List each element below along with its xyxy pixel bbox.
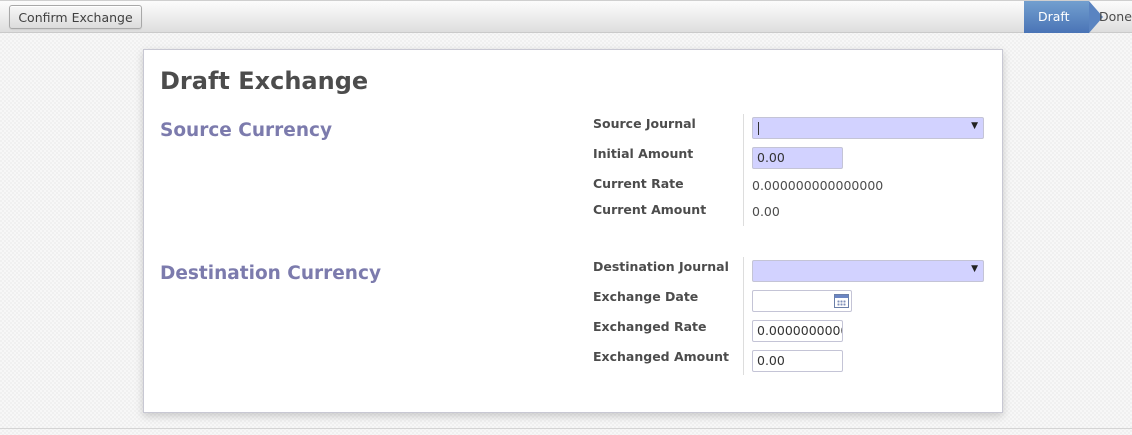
header-bar: Confirm Exchange Draft Done: [0, 0, 1132, 33]
exchange-date-input[interactable]: [752, 290, 852, 312]
status-done-label: Done: [1099, 9, 1132, 24]
source-journal-select[interactable]: ▼: [752, 117, 984, 139]
initial-amount-label: Initial Amount: [593, 146, 694, 161]
current-amount-label: Current Amount: [593, 202, 707, 217]
exchanged-amount-label: Exchanged Amount: [593, 349, 730, 364]
source-divider: [743, 114, 744, 226]
calendar-icon[interactable]: [834, 294, 849, 308]
text-cursor: [758, 122, 759, 135]
source-currency-heading: Source Currency: [160, 120, 333, 141]
exchange-date-label: Exchange Date: [593, 289, 699, 304]
form-sheet: Draft Exchange Source Currency Source Jo…: [143, 49, 1003, 413]
current-amount-value: 0.00: [752, 204, 780, 219]
status-draft[interactable]: Draft: [1024, 1, 1103, 33]
bottom-divider: [0, 428, 1132, 429]
exchanged-rate-input[interactable]: 0.000000000000000: [752, 320, 843, 342]
exchanged-amount-input[interactable]: 0.00: [752, 350, 843, 372]
caret-down-icon: ▼: [971, 121, 978, 131]
exchanged-rate-label: Exchanged Rate: [593, 319, 707, 334]
initial-amount-input[interactable]: 0.00: [752, 147, 843, 169]
source-journal-label: Source Journal: [593, 116, 696, 131]
caret-down-icon: ▼: [971, 264, 978, 274]
destination-journal-label: Destination Journal: [593, 259, 729, 274]
destination-journal-select[interactable]: ▼: [752, 260, 984, 282]
status-done[interactable]: Done: [1089, 1, 1132, 33]
current-rate-label: Current Rate: [593, 176, 684, 191]
destination-currency-heading: Destination Currency: [160, 263, 381, 284]
confirm-exchange-button[interactable]: Confirm Exchange: [9, 5, 142, 29]
status-draft-label: Draft: [1038, 9, 1070, 24]
form-title: Draft Exchange: [160, 67, 369, 95]
current-rate-value: 0.000000000000000: [752, 178, 884, 193]
statusbar: Draft Done: [1024, 1, 1132, 33]
destination-divider: [743, 257, 744, 375]
